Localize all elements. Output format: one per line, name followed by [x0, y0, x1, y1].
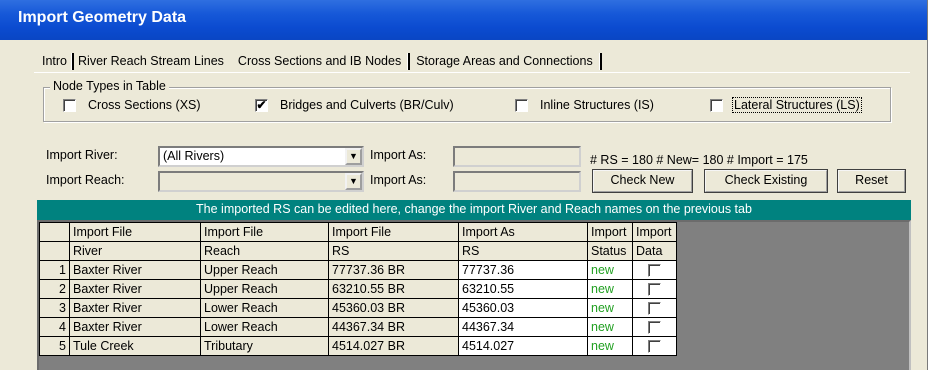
import-data-checkbox[interactable] — [648, 320, 661, 334]
chevron-down-icon[interactable]: ▼ — [345, 148, 362, 165]
river-cell: Baxter River — [69, 260, 201, 280]
header-cell: River — [69, 241, 201, 261]
check-existing-button[interactable]: Check Existing — [704, 169, 828, 193]
import-as-river-label: Import As: — [370, 148, 427, 162]
table-header-row: River Reach RS RS Status Data — [39, 241, 677, 261]
reach-cell: Upper Reach — [200, 279, 329, 299]
status-cell: new — [587, 279, 633, 299]
row-number: 3 — [39, 298, 70, 318]
lateral-structures-label: Lateral Structures (LS) — [732, 97, 862, 113]
chevron-down-icon[interactable]: ▼ — [345, 173, 362, 190]
import-as-reach-label: Import As: — [370, 173, 427, 187]
import-river-label: Import River: — [46, 148, 118, 162]
header-cell: Status — [587, 241, 633, 261]
row-number: 2 — [39, 279, 70, 299]
rs-cell: 44367.34 BR — [328, 317, 459, 337]
tab-strip: Intro River Reach Stream Lines Cross Sec… — [38, 52, 602, 72]
import-as-rs-cell[interactable]: 44367.34 — [458, 317, 588, 337]
import-data-cell — [632, 298, 677, 318]
status-cell: new — [587, 298, 633, 318]
import-river-dropdown[interactable]: (All Rivers) ▼ — [158, 146, 364, 167]
header-corner — [39, 241, 70, 261]
import-reach-label: Import Reach: — [46, 173, 125, 187]
lateral-structures-checkbox[interactable] — [710, 99, 723, 112]
check-new-button[interactable]: Check New — [592, 169, 693, 193]
bridges-culverts-label: Bridges and Culverts (BR/Culv) — [280, 98, 454, 112]
tab-storage-areas-connections[interactable]: Storage Areas and Connections — [410, 52, 602, 72]
import-as-rs-cell[interactable]: 63210.55 — [458, 279, 588, 299]
header-cell: Reach — [200, 241, 329, 261]
row-number: 4 — [39, 317, 70, 337]
header-cell: RS — [458, 241, 588, 261]
inline-structures-label: Inline Structures (IS) — [540, 98, 654, 112]
import-data-checkbox[interactable] — [648, 263, 661, 277]
import-as-river-input[interactable] — [453, 146, 581, 167]
river-cell: Baxter River — [69, 279, 201, 299]
tab-divider — [34, 72, 910, 73]
import-as-reach-input[interactable] — [453, 171, 581, 192]
tab-intro[interactable]: Intro — [38, 52, 75, 72]
reach-cell: Lower Reach — [200, 317, 329, 337]
header-cell: Import File — [328, 222, 459, 242]
bridges-culverts-checkbox[interactable]: ✔ — [255, 99, 268, 112]
table-row: 3 Baxter River Lower Reach 45360.03 BR 4… — [39, 298, 677, 318]
import-data-cell — [632, 317, 677, 337]
rs-cell: 4514.027 BR — [328, 336, 459, 356]
reach-cell: Tributary — [200, 336, 329, 356]
header-cell: Data — [632, 241, 677, 261]
import-data-checkbox[interactable] — [648, 339, 661, 353]
rs-cell: 45360.03 BR — [328, 298, 459, 318]
cross-sections-label: Cross Sections (XS) — [88, 98, 201, 112]
status-cell: new — [587, 317, 633, 337]
import-geometry-window: Import Geometry Data Intro River Reach S… — [0, 0, 928, 370]
river-cell: Baxter River — [69, 298, 201, 318]
import-reach-dropdown[interactable]: ▼ — [158, 171, 364, 192]
table-row: 5 Tule Creek Tributary 4514.027 BR 4514.… — [39, 336, 677, 356]
header-corner — [39, 222, 70, 242]
river-cell: Tule Creek — [69, 336, 201, 356]
status-cell: new — [587, 336, 633, 356]
info-banner: The imported RS can be edited here, chan… — [37, 200, 911, 220]
header-cell: RS — [328, 241, 459, 261]
import-data-checkbox[interactable] — [648, 301, 661, 315]
inline-structures-checkbox[interactable] — [515, 99, 528, 112]
import-data-cell — [632, 336, 677, 356]
header-cell: Import File — [69, 222, 201, 242]
rs-summary: # RS = 180 # New= 180 # Import = 175 — [590, 153, 808, 167]
cross-sections-checkbox[interactable] — [63, 99, 76, 112]
reach-cell: Lower Reach — [200, 298, 329, 318]
tab-river-reach-stream-lines[interactable]: River Reach Stream Lines — [74, 52, 228, 72]
window-title: Import Geometry Data — [0, 0, 927, 40]
import-data-checkbox[interactable] — [648, 282, 661, 296]
import-as-rs-cell[interactable]: 4514.027 — [458, 336, 588, 356]
reach-cell: Upper Reach — [200, 260, 329, 280]
header-cell: Import — [632, 222, 677, 242]
table-row: 4 Baxter River Lower Reach 44367.34 BR 4… — [39, 317, 677, 337]
row-number: 5 — [39, 336, 70, 356]
table-row: 2 Baxter River Upper Reach 63210.55 BR 6… — [39, 279, 677, 299]
reset-button[interactable]: Reset — [837, 169, 906, 193]
rs-cell: 77737.36 BR — [328, 260, 459, 280]
import-river-value: (All Rivers) — [163, 149, 225, 163]
node-types-legend: Node Types in Table — [50, 79, 169, 93]
rs-table: Import File Import File Import File Impo… — [39, 222, 677, 356]
header-cell: Import File — [200, 222, 329, 242]
status-cell: new — [587, 260, 633, 280]
import-data-cell — [632, 260, 677, 280]
header-cell: Import As — [458, 222, 588, 242]
table-row: 1 Baxter River Upper Reach 77737.36 BR 7… — [39, 260, 677, 280]
table-header-row: Import File Import File Import File Impo… — [39, 222, 677, 242]
river-cell: Baxter River — [69, 317, 201, 337]
import-as-rs-cell[interactable]: 45360.03 — [458, 298, 588, 318]
import-as-rs-cell[interactable]: 77737.36 — [458, 260, 588, 280]
rs-cell: 63210.55 BR — [328, 279, 459, 299]
import-data-cell — [632, 279, 677, 299]
header-cell: Import — [587, 222, 633, 242]
tab-cross-sections-ib-nodes[interactable]: Cross Sections and IB Nodes — [227, 52, 411, 72]
row-number: 1 — [39, 260, 70, 280]
